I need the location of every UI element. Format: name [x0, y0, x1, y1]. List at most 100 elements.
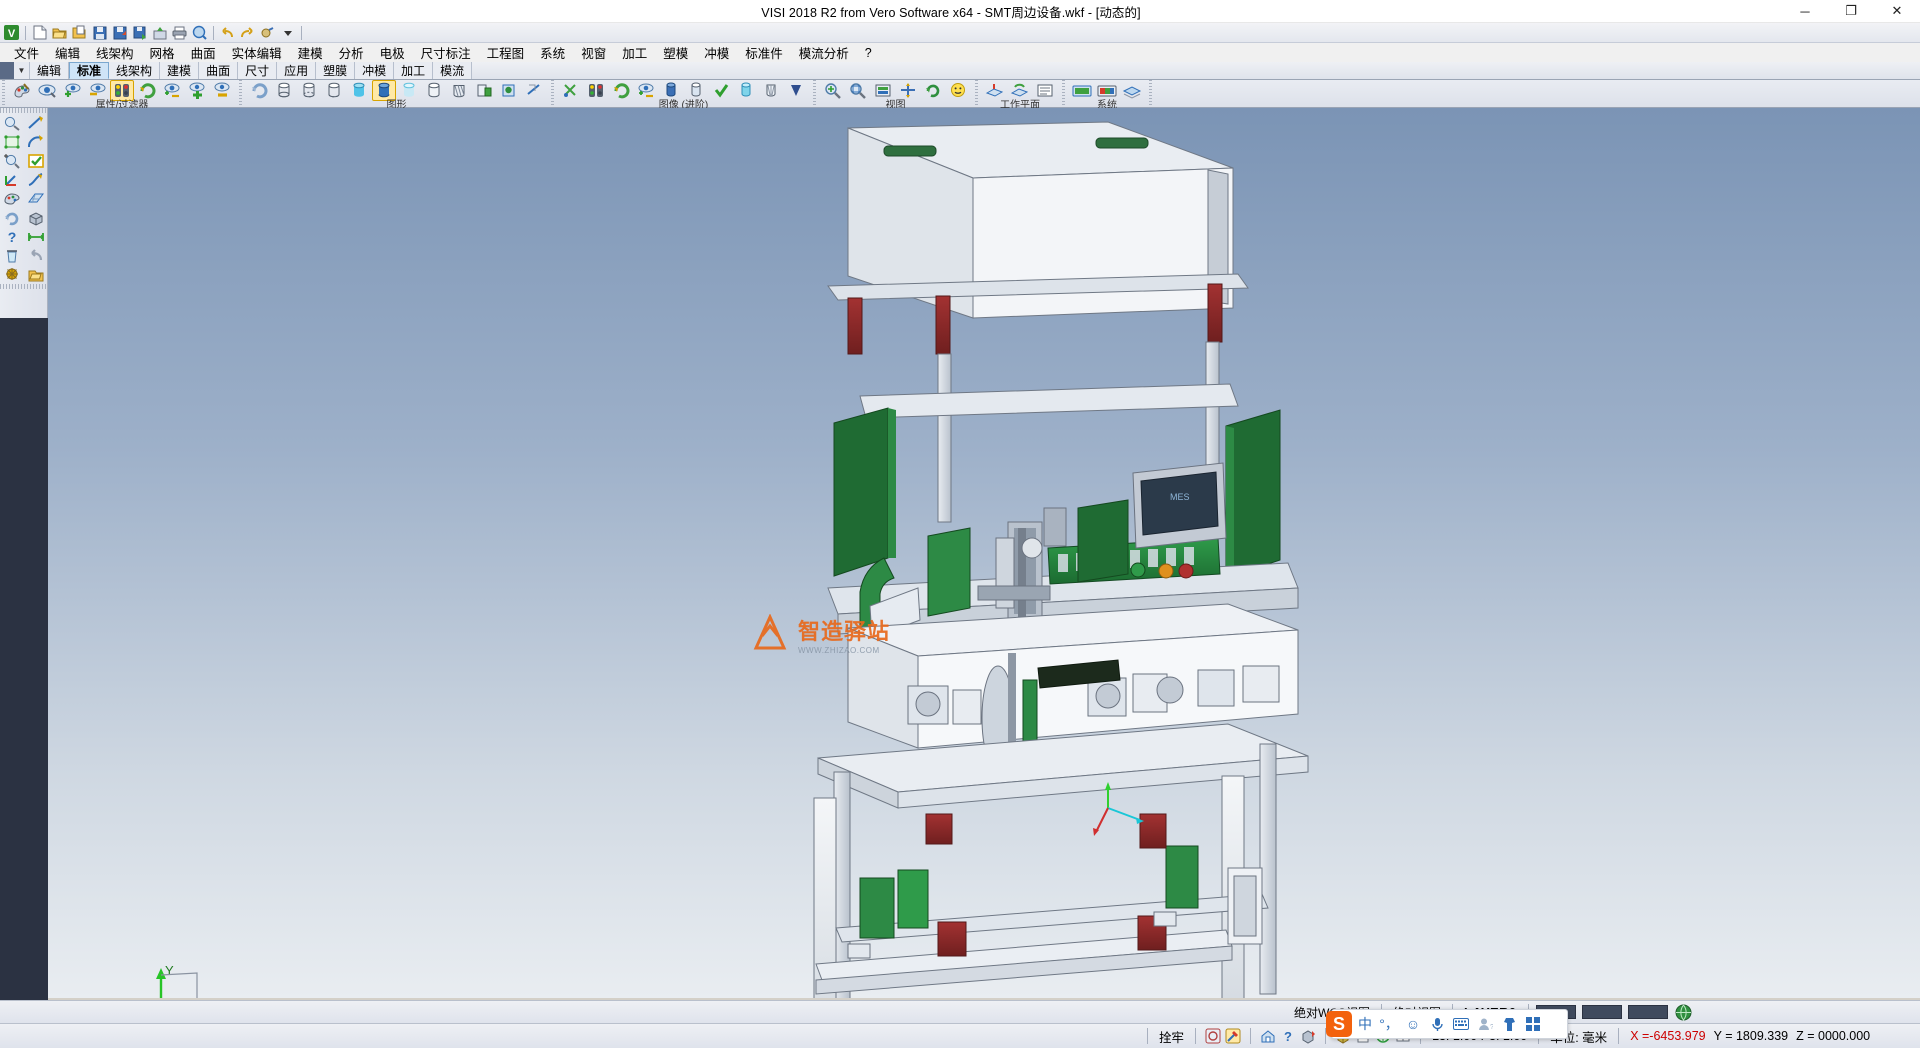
layer-color-swatch-2[interactable] — [1582, 1005, 1622, 1019]
transparent-icon[interactable] — [397, 80, 421, 101]
ribbon-tab-moldflow[interactable]: 模流 — [433, 62, 472, 79]
workplane-define-icon[interactable] — [983, 80, 1007, 101]
view-store-icon[interactable] — [871, 80, 895, 101]
view-rotate-icon[interactable] — [921, 80, 945, 101]
ribbon-tab-edit[interactable]: 编辑 — [30, 62, 69, 79]
workplane-rotate-icon[interactable] — [1008, 80, 1032, 101]
menu-item-drawing[interactable]: 工程图 — [479, 42, 533, 63]
cyan-shade-icon[interactable] — [734, 80, 758, 101]
visibility-adv-icon[interactable] — [634, 80, 658, 101]
cad-model-3d[interactable]: MES — [48, 108, 1920, 998]
shaded-icon[interactable] — [347, 80, 371, 101]
open-folder-icon[interactable] — [50, 24, 69, 42]
help-query-icon[interactable]: ? — [0, 227, 24, 246]
toolbar-drag-handle-bottom[interactable] — [0, 284, 47, 289]
menu-item-electrode[interactable]: 电极 — [372, 42, 413, 63]
silhouette-icon[interactable] — [759, 80, 783, 101]
delete-icon[interactable] — [0, 246, 24, 265]
refresh-adv-icon[interactable] — [609, 80, 633, 101]
cad-viewport[interactable]: MES — [48, 108, 1920, 998]
ribbon-tab-mold[interactable]: 塑膜 — [316, 62, 355, 79]
export-icon[interactable] — [150, 24, 169, 42]
visi-logo-icon[interactable]: V — [2, 24, 21, 42]
construct-arc-icon[interactable] — [24, 132, 48, 151]
color-palette-icon[interactable] — [10, 80, 34, 101]
traffic-light-adv-icon[interactable] — [584, 80, 608, 101]
color-layer-icon[interactable] — [0, 189, 24, 208]
ime-skin-icon[interactable] — [1498, 1012, 1520, 1036]
ribbon-tab-surface[interactable]: 曲面 — [199, 62, 238, 79]
menu-item-analysis[interactable]: 分析 — [331, 42, 372, 63]
refresh-model-icon[interactable] — [0, 208, 24, 227]
show-remove-icon[interactable] — [85, 80, 109, 101]
snap-solid-icon[interactable] — [1298, 1027, 1318, 1046]
menu-item-window[interactable]: 视窗 — [573, 42, 614, 63]
wireframe-shade-icon[interactable] — [272, 80, 296, 101]
ribbon-tab-machining[interactable]: 加工 — [394, 62, 433, 79]
zoom-window-icon[interactable] — [821, 80, 845, 101]
menu-item-wireframe[interactable]: 线架构 — [88, 42, 142, 63]
zoom-all-icon[interactable] — [846, 80, 870, 101]
material-icon[interactable] — [472, 80, 496, 101]
ribbon-tab-modeling[interactable]: 建模 — [160, 62, 199, 79]
flat-shade-icon[interactable] — [422, 80, 446, 101]
ime-apps-icon[interactable] — [1522, 1012, 1544, 1036]
refresh-view-icon[interactable] — [135, 80, 159, 101]
restore-button[interactable]: ❐ — [1828, 0, 1874, 23]
menu-item-system[interactable]: 系统 — [532, 42, 573, 63]
layer-color-swatch-3[interactable] — [1628, 1005, 1668, 1019]
solid-box-icon[interactable] — [24, 208, 48, 227]
ime-mode-chinese[interactable]: 中 — [1354, 1012, 1376, 1036]
menu-item-mold[interactable]: 塑模 — [655, 42, 696, 63]
menu-item-dimension[interactable]: 尺寸标注 — [413, 42, 479, 63]
ime-punctuation-toggle[interactable]: °， — [1378, 1012, 1400, 1036]
section-icon[interactable] — [447, 80, 471, 101]
menu-item-moldflow[interactable]: 模流分析 — [791, 42, 857, 63]
ime-toolbar[interactable]: S 中 °， ☺ ? — [1331, 1009, 1568, 1039]
menu-item-solid-edit[interactable]: 实体编辑 — [224, 42, 290, 63]
visibility-sub-icon[interactable] — [210, 80, 234, 101]
visibility-toggle-icon[interactable] — [160, 80, 184, 101]
settings-icon[interactable] — [258, 24, 277, 42]
save-icon[interactable] — [90, 24, 109, 42]
perspective-icon[interactable] — [709, 80, 733, 101]
shaded-edges-icon[interactable] — [372, 80, 396, 101]
customize-dropdown-icon[interactable] — [278, 24, 297, 42]
traffic-light-filter-icon[interactable] — [110, 80, 134, 101]
menu-item-die[interactable]: 冲模 — [696, 42, 737, 63]
ribbon-tab-application[interactable]: 应用 — [277, 62, 316, 79]
workplane-list-icon[interactable] — [1033, 80, 1057, 101]
view-face-icon[interactable] — [946, 80, 970, 101]
ime-emoji-icon[interactable]: ☺ — [1402, 1012, 1424, 1036]
snap-help-icon[interactable]: ? — [1278, 1027, 1298, 1046]
zoom-plus-icon[interactable] — [0, 151, 24, 170]
visibility-add-icon[interactable] — [185, 80, 209, 101]
view-pan-icon[interactable] — [896, 80, 920, 101]
entity-select-icon[interactable] — [35, 80, 59, 101]
menu-item-modeling[interactable]: 建模 — [290, 42, 331, 63]
open-file-icon[interactable] — [24, 265, 48, 284]
print-icon[interactable] — [170, 24, 189, 42]
render-icon[interactable] — [497, 80, 521, 101]
ribbon-tab-dimension[interactable]: 尺寸 — [238, 62, 277, 79]
mold-wizard-icon[interactable] — [0, 265, 24, 284]
system-layer-icon[interactable] — [1120, 80, 1144, 101]
check-select-icon[interactable] — [24, 151, 48, 170]
dimension-icon[interactable] — [24, 227, 48, 246]
regen-icon[interactable] — [247, 80, 271, 101]
edge-highlight-icon[interactable] — [559, 80, 583, 101]
show-add-icon[interactable] — [60, 80, 84, 101]
new-file-icon[interactable] — [30, 24, 49, 42]
shadow-icon[interactable] — [784, 80, 808, 101]
ribbon-collapse-arrow-icon[interactable]: ▼ — [14, 62, 30, 79]
hidden-line-icon[interactable] — [297, 80, 321, 101]
menu-item-mesh[interactable]: 网格 — [142, 42, 183, 63]
ribbon-tab-standard[interactable]: 标准 — [69, 62, 109, 79]
analysis-zoom-icon[interactable] — [0, 113, 24, 132]
dynamic-section-icon[interactable] — [522, 80, 546, 101]
ribbon-tab-wireframe[interactable]: 线架构 — [109, 62, 160, 79]
menu-item-file[interactable]: 文件 — [6, 42, 47, 63]
hidden-line-dashed-icon[interactable] — [322, 80, 346, 101]
ribbon-tab-die[interactable]: 冲模 — [355, 62, 394, 79]
menu-item-help[interactable]: ? — [857, 45, 880, 61]
